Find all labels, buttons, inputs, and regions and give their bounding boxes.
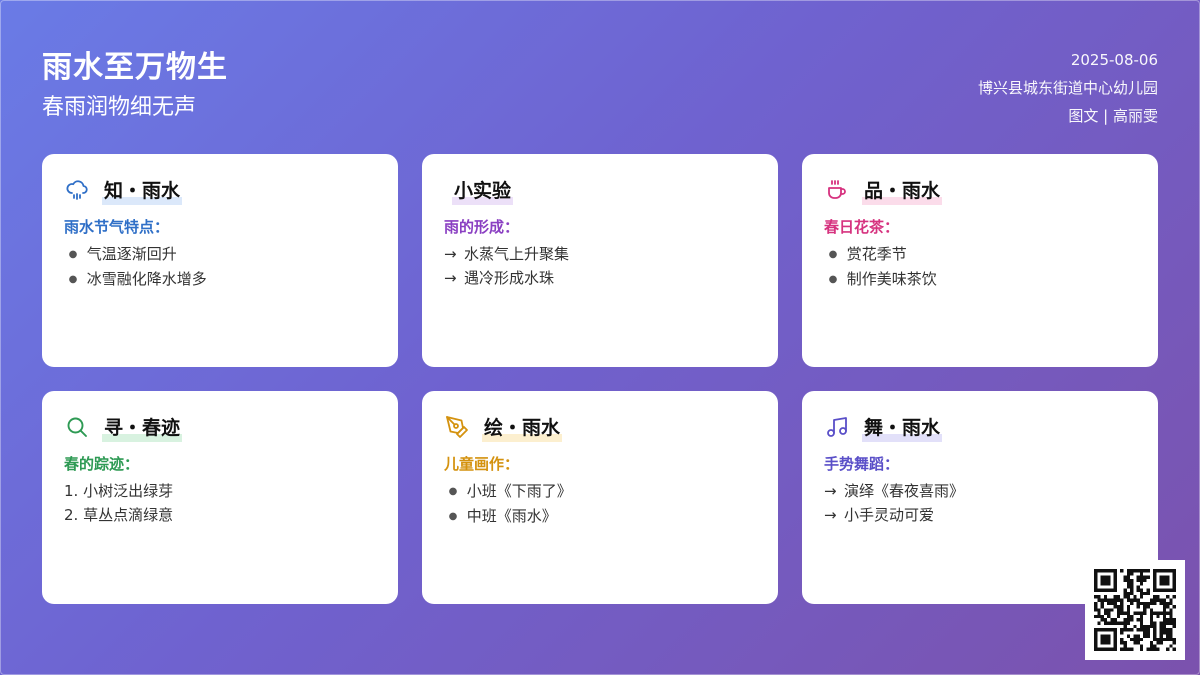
qr-code-icon xyxy=(1094,569,1176,651)
list-item: ● 气温逐渐回升 xyxy=(68,245,177,263)
card-title: 舞・雨水 xyxy=(862,412,943,442)
meta-info: 2025-08-06 博兴县城东街道中心幼儿园 图文 | 高丽雯 xyxy=(978,46,1158,130)
card-title: 知・雨水 xyxy=(102,175,183,205)
list-item: ● 小班《下雨了》 xyxy=(448,482,572,500)
list-item: → 遇冷形成水珠 xyxy=(444,269,555,287)
card-title: 小实验 xyxy=(452,175,514,205)
music-note-icon xyxy=(824,414,850,440)
card-section-label: 春日花茶： xyxy=(824,218,900,236)
card-title: 绘・雨水 xyxy=(482,412,563,442)
card-section-label: 手势舞蹈： xyxy=(824,455,900,473)
list-item: ● 中班《雨水》 xyxy=(448,507,557,525)
card-section-label: 雨水节气特点： xyxy=(64,218,170,236)
list-item: 2. 草丛点滴绿意 xyxy=(64,506,174,524)
card-list: → 水蒸气上升聚集 → 遇冷形成水珠 xyxy=(444,242,756,295)
tea-cup-icon xyxy=(824,177,850,203)
qr-code[interactable] xyxy=(1085,560,1185,660)
card-title: 寻・春迹 xyxy=(102,412,183,442)
card-xun-chunji[interactable]: 寻・春迹 春的踪迹： 1. 小树泛出绿芽 2. 草丛点滴绿意 xyxy=(42,391,398,604)
card-list: ● 赏花季节 ● 制作美味茶饮 xyxy=(824,242,1136,295)
card-list: ● 气温逐渐回升 ● 冰雪融化降水增多 xyxy=(64,242,376,295)
card-list: → 演绎《春夜喜雨》 → 小手灵动可爱 xyxy=(824,479,1136,532)
publish-date: 2025-08-06 xyxy=(1070,51,1158,69)
page-subtitle: 春雨润物细无声 xyxy=(42,95,197,120)
rain-cloud-icon xyxy=(64,177,90,203)
pen-tool-icon xyxy=(444,414,470,440)
blank-icon xyxy=(444,177,448,203)
credit-line: 图文 | 高丽雯 xyxy=(1068,107,1158,125)
card-section-label: 儿童画作： xyxy=(444,455,520,473)
card-section-label: 春的踪迹： xyxy=(64,455,140,473)
list-item: → 小手灵动可爱 xyxy=(824,506,935,524)
card-zhi-yushui[interactable]: 知・雨水 雨水节气特点： ● 气温逐渐回升 ● 冰雪融化降水增多 xyxy=(42,154,398,367)
page-title: 雨水至万物生 xyxy=(42,50,228,85)
card-section-label: 雨的形成： xyxy=(444,218,520,236)
list-item: ● 冰雪融化降水增多 xyxy=(68,270,207,288)
card-hui-yushui[interactable]: 绘・雨水 儿童画作： ● 小班《下雨了》 ● 中班《雨水》 xyxy=(422,391,778,604)
card-xiao-shiyan[interactable]: 小实验 雨的形成： → 水蒸气上升聚集 → 遇冷形成水珠 xyxy=(422,154,778,367)
list-item: → 水蒸气上升聚集 xyxy=(444,245,570,263)
list-item: → 演绎《春夜喜雨》 xyxy=(824,482,965,500)
card-list: ● 小班《下雨了》 ● 中班《雨水》 xyxy=(444,479,756,532)
card-list: 1. 小树泛出绿芽 2. 草丛点滴绿意 xyxy=(64,479,376,532)
list-item: ● 赏花季节 xyxy=(828,245,907,263)
list-item: 1. 小树泛出绿芽 xyxy=(64,482,174,500)
search-icon xyxy=(64,414,90,440)
card-title: 品・雨水 xyxy=(862,175,943,205)
list-item: ● 制作美味茶饮 xyxy=(828,270,937,288)
card-pin-yushui[interactable]: 品・雨水 春日花茶： ● 赏花季节 ● 制作美味茶饮 xyxy=(802,154,1158,367)
organization-name: 博兴县城东街道中心幼儿园 xyxy=(977,79,1158,97)
